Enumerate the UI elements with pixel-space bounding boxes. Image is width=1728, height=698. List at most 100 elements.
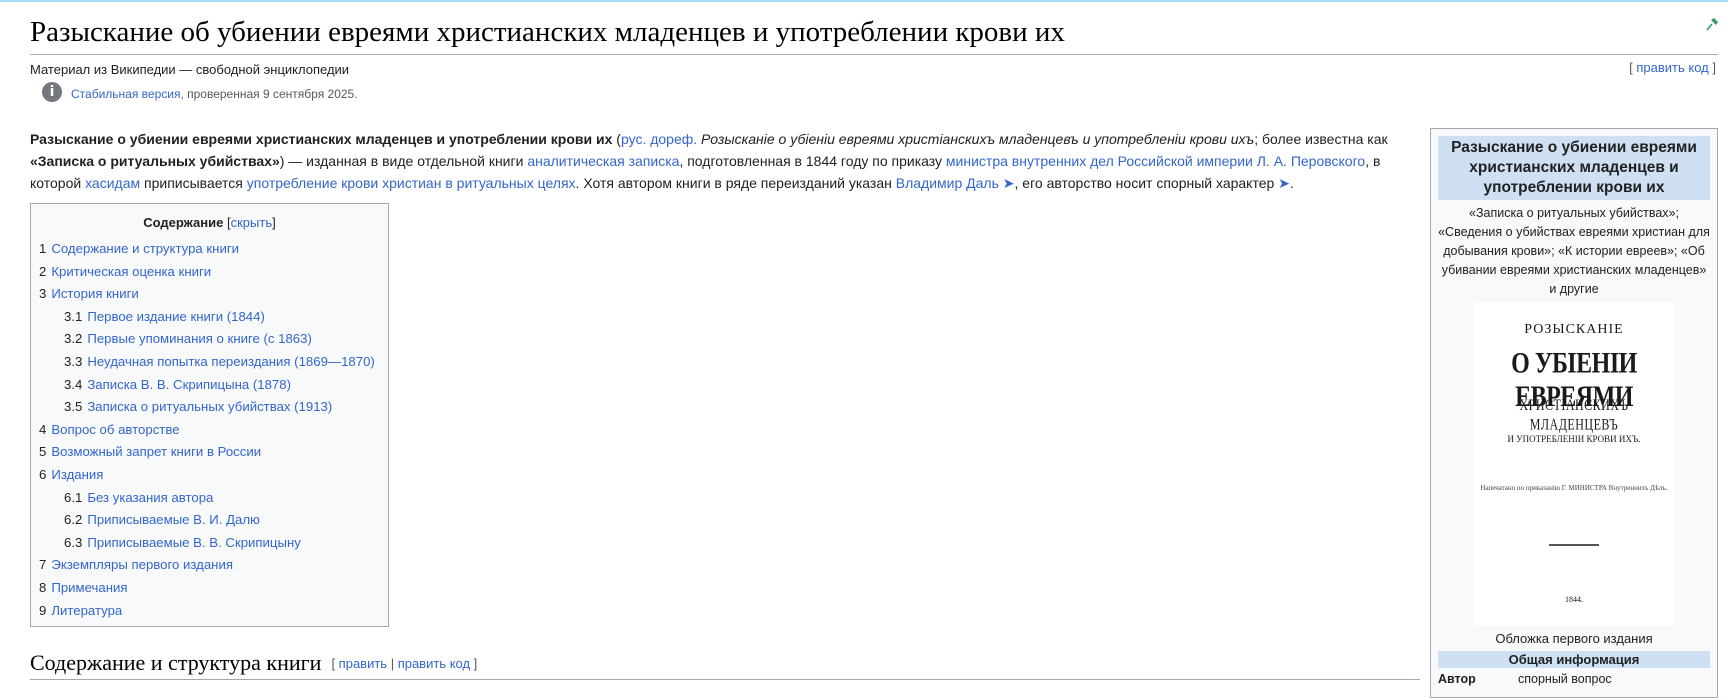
toc-item[interactable]: 6.3 Приписываемые В. В. Скрипицыну (39, 532, 380, 555)
lead-text: , подготовленная в 1844 году по приказу (679, 153, 946, 169)
lead-text: ) — изданная в виде отдельной книги (279, 153, 528, 169)
edit-code-link[interactable]: править код (1636, 60, 1708, 75)
site-subtitle: Материал из Википедии — свободной энцикл… (30, 62, 350, 77)
toc-item[interactable]: 2 Критическая оценка книги (39, 261, 380, 284)
toc-item-number: 1 (39, 241, 47, 256)
toc-item[interactable]: 6.2 Приписываемые В. И. Далю (39, 509, 380, 532)
toc-toggle: [скрыть] (226, 215, 276, 230)
cover-image[interactable]: РОЗЫСКАНІЕ О УБІЕНІИ ЕВРЕЯМИ ХРИСТІАНСКИ… (1474, 302, 1674, 626)
toc-item-number: 3 (39, 286, 47, 302)
arrow-icon[interactable]: ➤ (1274, 175, 1290, 191)
toc-item[interactable]: 9 Литература (39, 600, 380, 623)
toc-list: 1 Содержание и структура книги 2 Критическа… (39, 238, 380, 622)
lead-text: . (1289, 175, 1294, 191)
stable-version-text: , проверенная 9 сентября 2025. (180, 87, 358, 101)
toc-item-link[interactable]: Издания (51, 467, 103, 482)
lead-doref-title: Розысканіе о убіеніи евреями христіански… (697, 131, 1255, 147)
toc-item-number: 3.5 (64, 399, 83, 415)
arrow-icon[interactable]: ➤ (999, 175, 1015, 191)
toc-item-number: 3.2 (64, 331, 83, 347)
toc-item-number: 6.1 (64, 489, 83, 505)
toc-title: Содержание (143, 215, 224, 230)
toc-item[interactable]: 7 Экземпляры первого издания (39, 554, 380, 577)
toc-item-link[interactable]: Примечания (51, 580, 127, 595)
toc-item-link[interactable]: Записка В. В. Скрипицына (1878) (87, 377, 291, 392)
toc-item[interactable]: 3.1 Первое издание книги (1844) (39, 306, 380, 329)
toc-item[interactable]: 1 Содержание и структура книги (39, 238, 380, 261)
lead-text: . Хотя автором книги в ряде переизданий … (575, 175, 896, 191)
infobox: Разыскание о убиении евреями христиански… (1430, 128, 1718, 698)
toc-item-number: 6.3 (64, 534, 83, 550)
toc-item-link[interactable]: Экземпляры первого издания (51, 557, 233, 572)
lead-bold-title: Разыскание о убиении евреями христиански… (30, 131, 613, 147)
infobox-key: Автор (1438, 672, 1476, 686)
section-edit-link[interactable]: править (339, 656, 387, 671)
blood-libel-link[interactable]: употребление крови христиан в ритуальных… (247, 175, 576, 191)
cover-year: 1844. (1565, 595, 1583, 604)
toc-item[interactable]: 5 Возможный запрет книги в России (39, 441, 380, 464)
infobox-alt-names: «Записка о ритуальных убийствах»; «Сведе… (1438, 206, 1710, 296)
cover-line: РОЗЫСКАНІЕ (1524, 322, 1624, 337)
toc-item-link[interactable]: Вопрос об авторстве (51, 422, 179, 437)
section-title: Содержание и структура книги (30, 650, 322, 675)
toc-item-number: 6 (39, 466, 47, 482)
toc-item-link[interactable]: Первые упоминания о книге (с 1863) (87, 331, 312, 346)
toc-item-link[interactable]: Неудачная попытка переиздания (1869—1870… (87, 354, 374, 369)
toc-item-number: 6.2 (64, 512, 83, 528)
toc-item[interactable]: 3.2 Первые упоминания о книге (с 1863) (39, 328, 380, 351)
lead-text: ; более известна как (1254, 131, 1388, 147)
toc-hide-link[interactable]: скрыть (231, 215, 273, 230)
hasidim-link[interactable]: хасидам (85, 175, 140, 191)
toc-item-number: 5 (39, 444, 47, 460)
toc-item-number: 4 (39, 421, 47, 437)
toc-item-number: 8 (39, 579, 47, 595)
lead-text: , его авторство носит спорный характер (1014, 175, 1275, 191)
toc-item[interactable]: 6 Издания (39, 464, 380, 487)
toc-item-link[interactable]: Содержание и структура книги (51, 241, 239, 256)
toc-item-link[interactable]: Литература (51, 603, 122, 618)
info-icon: i (42, 82, 62, 102)
toc-item[interactable]: 8 Примечания (39, 577, 380, 600)
toc-item-link[interactable]: Первое издание книги (1844) (87, 309, 265, 324)
rus-doref-link[interactable]: рус. дореф. (621, 131, 697, 147)
minister-link[interactable]: министра внутренних дел Российской импер… (946, 153, 1253, 169)
toc-item[interactable]: 3.5 Записка о ритуальных убийствах (1913) (39, 396, 380, 419)
toc-item-link[interactable]: Приписываемые В. В. Скрипицыну (87, 535, 301, 550)
toc-item-link[interactable]: История книги (51, 286, 138, 301)
toc-header: Содержание [скрыть] (39, 215, 380, 230)
cover-line: ХРИСТІАНСКИХЪ МЛАДЕНЦЕВЪ (1519, 395, 1629, 434)
cover-divider (1549, 544, 1599, 546)
cover-line: И УПОТРЕБЛЕНІИ КРОВИ ИХЪ. (1507, 434, 1641, 444)
toc-item[interactable]: 3.4 Записка В. В. Скрипицына (1878) (39, 374, 380, 397)
toc-item-number: 7 (39, 557, 47, 573)
infobox-section: Общая информация (1438, 651, 1710, 668)
stable-version-notice: i Стабильная версия , проверенная 9 сент… (42, 82, 358, 102)
section-heading: Содержание и структура книги [ править | … (30, 650, 1420, 680)
infobox-caption: Обложка первого издания (1495, 631, 1653, 646)
toc-item[interactable]: 6.1 Без указания автора (39, 487, 380, 510)
toc-item[interactable]: 3.3 Неудачная попытка переиздания (1869—1… (39, 351, 380, 374)
top-border (0, 0, 1728, 2)
toc-item[interactable]: 4 Вопрос об авторстве (39, 419, 380, 442)
dal-link[interactable]: Владимир Даль (896, 175, 999, 191)
infobox-row: Автор спорный вопрос (1438, 672, 1710, 686)
edit-code-top: [ править код ] (1629, 60, 1716, 75)
section-edit-code-link[interactable]: править код (398, 656, 470, 671)
analytic-note-link[interactable]: аналитическая записка (527, 153, 679, 169)
stable-version-link[interactable]: Стабильная версия (71, 87, 180, 101)
toc-item-link[interactable]: Возможный запрет книги в России (51, 444, 261, 459)
lead-bold-alt: «Записка о ритуальных убийствах» (30, 153, 280, 169)
toc-item[interactable]: 3 История книги (39, 283, 380, 306)
pin-icon[interactable] (1704, 16, 1720, 32)
perovsky-link[interactable]: Л. А. Перовского (1257, 153, 1365, 169)
toc-item-link[interactable]: Критическая оценка книги (51, 264, 211, 279)
toc-item-link[interactable]: Без указания автора (87, 490, 213, 505)
infobox-value: спорный вопрос (1518, 672, 1612, 686)
lead-text: ( (612, 131, 621, 147)
page-title: Разыскание об убиении евреями христианск… (30, 14, 1718, 55)
toc-item-number: 3.3 (64, 353, 83, 369)
lead-text: приписывается (140, 175, 247, 191)
cover-line: Напечатано по приказанію Г. МИНИСТРА Вну… (1480, 484, 1668, 492)
toc-item-link[interactable]: Приписываемые В. И. Далю (87, 512, 260, 527)
toc-item-link[interactable]: Записка о ритуальных убийствах (1913) (87, 399, 332, 414)
